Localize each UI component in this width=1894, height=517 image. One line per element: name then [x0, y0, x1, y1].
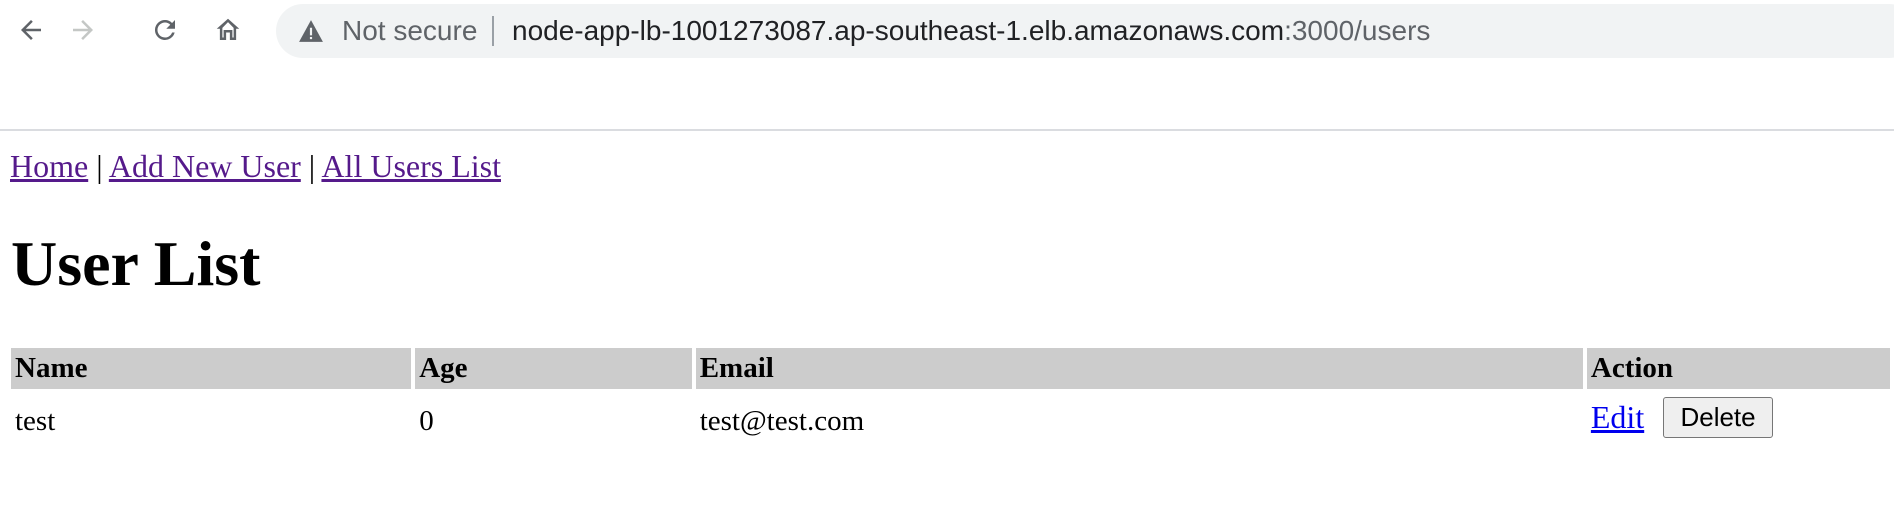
- address-bar[interactable]: Not secure node-app-lb-1001273087.ap-sou…: [276, 4, 1894, 58]
- home-button[interactable]: [209, 11, 247, 49]
- back-button[interactable]: [12, 11, 50, 49]
- url-host: node-app-lb-1001273087.ap-southeast-1.el…: [512, 15, 1285, 46]
- reload-icon: [154, 19, 175, 40]
- column-header-action: Action: [1586, 348, 1890, 389]
- table-row: test 0 test@test.com Edit Delete: [11, 393, 1890, 449]
- omnibox-divider: [492, 16, 494, 46]
- reload-button[interactable]: [146, 11, 184, 49]
- nav-add-user-link[interactable]: Add New User: [109, 148, 301, 184]
- column-header-email: Email: [695, 348, 1583, 389]
- url-text[interactable]: node-app-lb-1001273087.ap-southeast-1.el…: [512, 16, 1430, 46]
- site-nav: Home | Add New User | All Users List: [10, 147, 501, 185]
- arrow-right-icon: [73, 20, 93, 40]
- nav-home-link[interactable]: Home: [10, 148, 88, 184]
- nav-separator: |: [96, 148, 103, 184]
- browser-toolbar: Not secure node-app-lb-1001273087.ap-sou…: [0, 0, 1894, 60]
- column-header-name: Name: [11, 348, 412, 389]
- url-path: :3000/users: [1284, 15, 1431, 46]
- security-status-label[interactable]: Not secure: [342, 16, 477, 46]
- warning-triangle-icon[interactable]: [298, 19, 324, 43]
- column-header-age: Age: [415, 348, 692, 389]
- forward-button[interactable]: [64, 11, 102, 49]
- cell-email: test@test.com: [699, 404, 865, 437]
- home-icon: [216, 18, 240, 40]
- cell-age: 0: [419, 404, 434, 437]
- page-title: User List: [11, 228, 261, 299]
- arrow-left-icon: [21, 20, 41, 40]
- cell-action: Edit Delete: [1587, 393, 1890, 449]
- nav-all-users-link[interactable]: All Users List: [321, 148, 501, 184]
- page-content: Home | Add New User | All Users List Use…: [0, 131, 1894, 517]
- nav-separator: |: [308, 148, 316, 184]
- edit-user-link[interactable]: Edit: [1591, 399, 1644, 435]
- delete-user-button[interactable]: Delete: [1663, 397, 1773, 438]
- user-table: Name Age Email Action test 0 test@test.c…: [7, 344, 1894, 453]
- cell-name: test: [15, 404, 56, 437]
- table-header-row: Name Age Email Action: [11, 348, 1890, 389]
